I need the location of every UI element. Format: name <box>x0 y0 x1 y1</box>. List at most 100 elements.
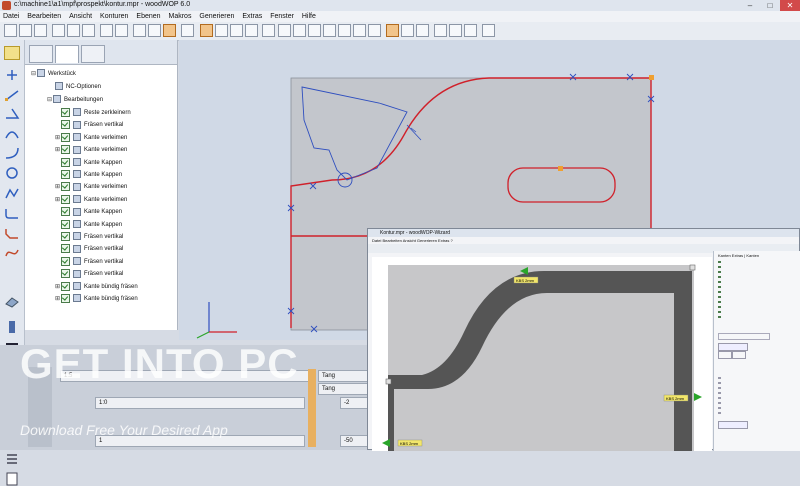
undo-icon[interactable] <box>100 24 113 37</box>
minimize-button[interactable]: – <box>740 0 760 11</box>
checkbox-icon[interactable] <box>61 145 70 155</box>
tree-item[interactable]: Fräsen vertikal <box>61 268 123 280</box>
tree-item[interactable]: ⊞ Kante verleimen <box>55 194 127 206</box>
wizard-options[interactable] <box>718 377 721 417</box>
list-icon[interactable] <box>4 452 20 466</box>
checkbox-icon[interactable] <box>61 182 70 192</box>
tree-item[interactable]: Fräsen vertikal <box>61 119 123 131</box>
arrow-right-icon[interactable] <box>230 24 243 37</box>
cube-side-icon[interactable] <box>308 24 321 37</box>
menu-datei[interactable]: Datei <box>0 11 22 22</box>
frame-icon[interactable] <box>386 24 399 37</box>
checkbox-icon[interactable] <box>61 219 70 229</box>
grid-icon[interactable] <box>133 24 146 37</box>
rotate-icon[interactable] <box>449 24 462 37</box>
zoom-icon[interactable] <box>401 24 414 37</box>
tree-item[interactable]: ⊞ Kante bündig fräsen <box>55 281 138 293</box>
line-icon[interactable] <box>4 88 20 102</box>
new-icon[interactable] <box>4 24 17 37</box>
checkbox-icon[interactable] <box>61 107 70 117</box>
checkbox-icon[interactable] <box>61 132 70 142</box>
tree-item[interactable]: ⊞ Kante verleimen <box>55 144 127 156</box>
pan-icon[interactable] <box>262 24 275 37</box>
arc-icon[interactable] <box>4 126 20 140</box>
menu-makros[interactable]: Makros <box>166 11 195 22</box>
tab-contours[interactable] <box>29 45 53 63</box>
cube-front-icon[interactable] <box>181 24 194 37</box>
wizard-button-2[interactable] <box>718 421 748 429</box>
line-angle-icon[interactable] <box>4 106 20 120</box>
view3d-icon[interactable] <box>278 24 291 37</box>
param-row-2[interactable]: 1:0 <box>95 397 305 409</box>
wizard-prev-button[interactable] <box>718 351 732 359</box>
tree-item[interactable]: Fräsen vertikal <box>61 231 123 243</box>
checkbox-icon[interactable] <box>61 169 70 179</box>
checkbox-icon[interactable] <box>61 231 70 241</box>
polyline-icon[interactable] <box>4 186 20 200</box>
arc-tangent-icon[interactable] <box>4 146 20 160</box>
copy-icon[interactable] <box>67 24 80 37</box>
fillet-icon[interactable] <box>4 206 20 220</box>
param-value-a[interactable]: -2 <box>340 397 368 409</box>
tree-item[interactable]: Kante Kappen <box>61 219 122 231</box>
select-icon[interactable] <box>464 24 477 37</box>
wizard-icon[interactable] <box>4 46 20 60</box>
arrow-left-icon[interactable] <box>215 24 228 37</box>
wizard-button-1[interactable] <box>718 343 748 351</box>
doc-icon[interactable] <box>4 472 20 486</box>
tree-item[interactable]: ⊞ Kante bündig fräsen <box>55 293 138 305</box>
checkbox-icon[interactable] <box>61 269 70 279</box>
redo-icon[interactable] <box>115 24 128 37</box>
maximize-button[interactable]: □ <box>760 0 780 11</box>
tab-variables[interactable] <box>81 45 105 63</box>
wizard-canvas[interactable]: KBS 2mm KBS 2mm KBS 2mm <box>372 257 712 451</box>
checkbox-icon[interactable] <box>61 244 70 254</box>
param-tang-1[interactable]: Tang <box>318 370 368 382</box>
cube-top-icon[interactable] <box>293 24 306 37</box>
save-icon[interactable] <box>34 24 47 37</box>
tree-item[interactable]: ⊞ Kante verleimen <box>55 181 127 193</box>
drill-icon[interactable] <box>4 320 20 334</box>
open-icon[interactable] <box>19 24 32 37</box>
checkbox-icon[interactable] <box>61 157 70 167</box>
cube-right-icon[interactable] <box>368 24 381 37</box>
cube-iso-icon[interactable] <box>323 24 336 37</box>
menu-hilfe[interactable]: Hilfe <box>299 11 319 22</box>
param-value-b[interactable]: -50 <box>340 435 368 447</box>
menu-konturen[interactable]: Konturen <box>97 11 131 22</box>
cube-left-icon[interactable] <box>353 24 366 37</box>
tree-item[interactable]: Fräsen vertikal <box>61 256 123 268</box>
menu-ansicht[interactable]: Ansicht <box>66 11 95 22</box>
menu-bearbeiten[interactable]: Bearbeiten <box>24 11 64 22</box>
tab-operations[interactable] <box>55 45 79 63</box>
chamfer-icon[interactable] <box>4 226 20 240</box>
panel-icon[interactable] <box>4 294 20 308</box>
tree-item[interactable]: Fräsen vertikal <box>61 243 123 255</box>
menu-ebenen[interactable]: Ebenen <box>133 11 163 22</box>
tree-item[interactable]: Kante Kappen <box>61 157 122 169</box>
measure-icon[interactable] <box>482 24 495 37</box>
move-icon[interactable] <box>434 24 447 37</box>
tree-nc-options[interactable]: NC-Optionen <box>55 81 101 93</box>
view-icon[interactable] <box>148 24 161 37</box>
zoom-fit-icon[interactable] <box>416 24 429 37</box>
box-icon[interactable] <box>163 24 176 37</box>
workpiece-icon[interactable] <box>200 24 213 37</box>
tree-item[interactable]: ⊞ Kante verleimen <box>55 132 127 144</box>
wizard-next-button[interactable] <box>732 351 746 359</box>
cube-back-icon[interactable] <box>338 24 351 37</box>
tree-item[interactable]: Reste zerkleinern <box>61 107 131 119</box>
spline-icon[interactable] <box>4 246 20 260</box>
checkbox-icon[interactable] <box>61 256 70 266</box>
point-icon[interactable] <box>4 68 20 82</box>
checkbox-icon[interactable] <box>61 207 70 217</box>
checkbox-icon[interactable] <box>61 293 70 303</box>
param-tang-2[interactable]: Tang <box>318 383 368 395</box>
checkbox-icon[interactable] <box>61 120 70 130</box>
menu-generieren[interactable]: Generieren <box>196 11 237 22</box>
menu-extras[interactable]: Extras <box>239 11 265 22</box>
paste-icon[interactable] <box>82 24 95 37</box>
tree-item[interactable]: Kante Kappen <box>61 169 122 181</box>
menu-fenster[interactable]: Fenster <box>267 11 297 22</box>
wizard-checklist[interactable] <box>718 261 721 321</box>
